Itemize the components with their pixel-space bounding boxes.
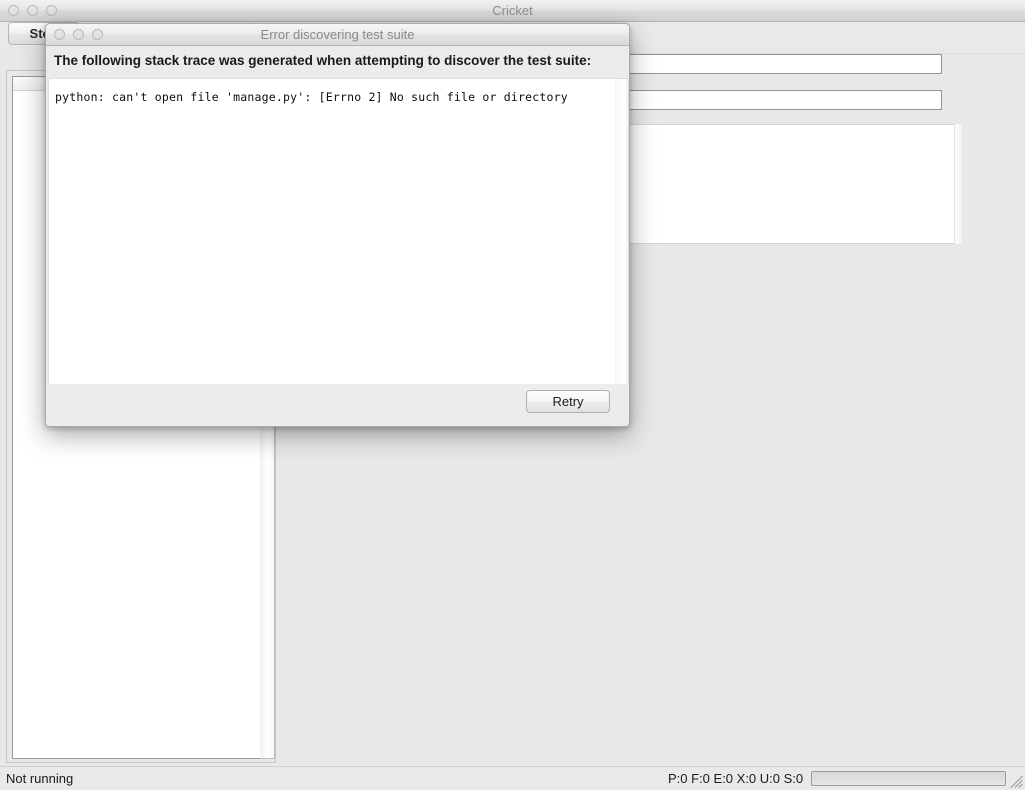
- main-titlebar: Cricket: [0, 0, 1025, 22]
- resize-grip-icon[interactable]: [1008, 773, 1024, 789]
- screen: Cricket Stop Not running P:0 F:0 E:0 X:0…: [0, 0, 1025, 790]
- dialog-message: The following stack trace was generated …: [46, 46, 629, 76]
- dialog-title: Error discovering test suite: [260, 27, 415, 42]
- dialog-trace-container: python: can't open file 'manage.py': [Er…: [48, 78, 629, 411]
- test-output-scrollbar[interactable]: [954, 124, 962, 244]
- stack-trace-scrollbar[interactable]: [615, 78, 629, 411]
- status-bar: Not running P:0 F:0 E:0 X:0 U:0 S:0: [0, 766, 1025, 790]
- stack-trace-view[interactable]: python: can't open file 'manage.py': [Er…: [48, 78, 615, 411]
- retry-button[interactable]: Retry: [526, 390, 610, 413]
- stack-trace-text: python: can't open file 'manage.py': [Er…: [55, 90, 568, 104]
- status-counts-label: P:0 F:0 E:0 X:0 U:0 S:0: [668, 771, 804, 786]
- test-output-area[interactable]: [626, 124, 962, 244]
- test-name-field[interactable]: [627, 54, 942, 74]
- error-dialog: Error discovering test suite The followi…: [45, 23, 630, 427]
- main-window-title: Cricket: [492, 3, 533, 18]
- progress-bar: [811, 771, 1006, 786]
- test-description-field[interactable]: [627, 90, 942, 110]
- dialog-footer: Retry: [46, 384, 629, 426]
- status-label: Not running: [6, 771, 74, 786]
- dialog-titlebar: Error discovering test suite: [46, 24, 629, 46]
